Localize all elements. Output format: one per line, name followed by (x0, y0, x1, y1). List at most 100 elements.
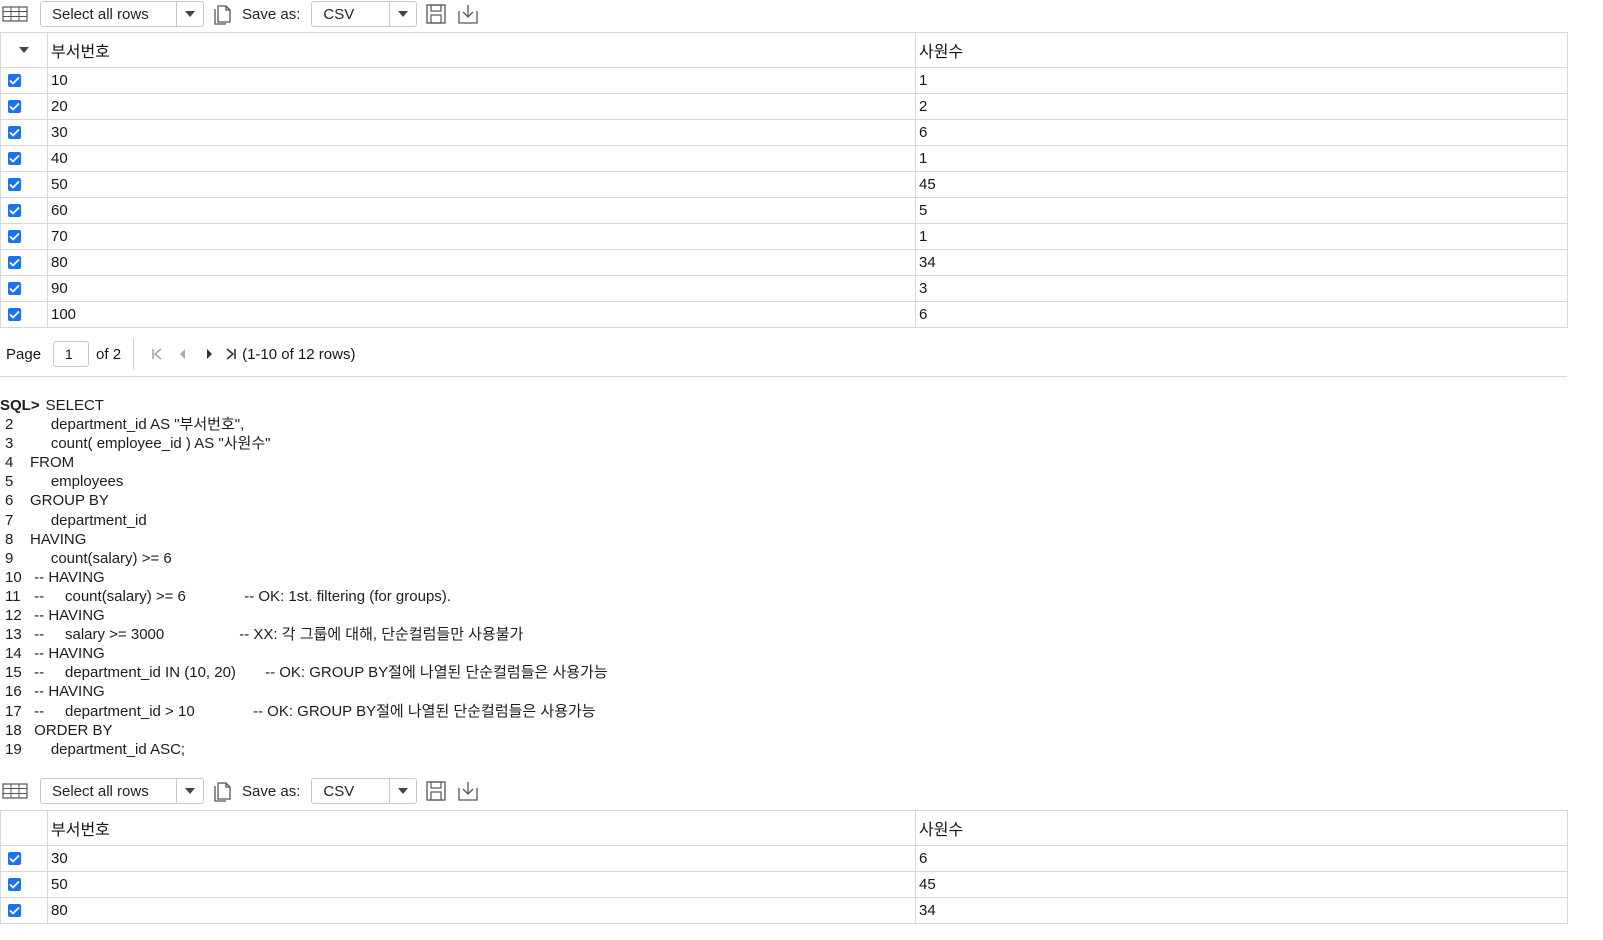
chevron-down-icon[interactable] (18, 41, 30, 59)
row-checkbox[interactable] (8, 125, 21, 139)
grid-view-icon[interactable] (2, 783, 28, 799)
select-rows-dropdown[interactable]: Select all rows (40, 1, 204, 27)
grid-view-icon[interactable] (2, 6, 28, 22)
row-checkbox-cell[interactable] (0, 67, 48, 94)
sql-line-text: -- department_id IN (10, 20) -- OK: GROU… (30, 664, 608, 682)
row-checkbox-cell[interactable] (0, 845, 48, 872)
row-checkbox[interactable] (8, 177, 21, 191)
row-checkbox[interactable] (8, 877, 21, 891)
row-checkbox[interactable] (8, 851, 21, 865)
row-checkbox[interactable] (8, 255, 21, 269)
sql-line: 16 -- HAVING (0, 682, 608, 701)
row-checkbox[interactable] (8, 903, 21, 917)
line-number: 2 (5, 416, 14, 434)
cell-emp-count: 5 (915, 197, 1568, 224)
line-number: 8 (5, 530, 14, 548)
save-icon[interactable] (423, 3, 449, 25)
cell-emp-count: 6 (915, 845, 1568, 872)
chevron-down-icon[interactable] (176, 2, 203, 26)
sql-line: 14 -- HAVING (0, 644, 608, 663)
table-row[interactable]: 50 45 (0, 871, 1568, 898)
pagination-bar: Page 1 of 2 (1-10 of 12 rows) (0, 332, 1567, 377)
line-number: 12 (5, 607, 22, 625)
sql-line-text: department_id (30, 511, 147, 529)
format-value: CSV (323, 782, 355, 800)
sql-line: 13 -- salary >= 3000 -- XX: 각 그룹에 대해, 단순… (0, 625, 608, 644)
row-checkbox-cell[interactable] (0, 119, 48, 146)
result-table-1: 부서번호 사원수 10 1 20 2 30 6 40 1 50 45 60 5 70 1 80 34 90 3 10… (0, 32, 1568, 328)
cell-emp-count: 3 (915, 275, 1568, 302)
last-page-icon[interactable] (222, 343, 240, 365)
row-checkbox[interactable] (8, 99, 21, 113)
row-checkbox-cell[interactable] (0, 897, 48, 924)
column-header-dept[interactable]: 부서번호 (47, 32, 916, 68)
chevron-down-icon[interactable] (389, 2, 416, 26)
column-header-count[interactable]: 사원수 (915, 810, 1568, 846)
table-row[interactable]: 50 45 (0, 171, 1568, 198)
row-checkbox[interactable] (8, 151, 21, 165)
row-checkbox-cell[interactable] (0, 301, 48, 328)
table-row[interactable]: 70 1 (0, 223, 1568, 250)
row-checkbox[interactable] (8, 229, 21, 243)
row-checkbox-cell[interactable] (0, 145, 48, 172)
save-icon[interactable] (423, 780, 449, 802)
row-checkbox-cell[interactable] (0, 171, 48, 198)
row-checkbox-cell[interactable] (0, 197, 48, 224)
row-checkbox[interactable] (8, 73, 21, 87)
cell-dept-id: 30 (47, 119, 916, 146)
table-row[interactable]: 10 1 (0, 67, 1568, 94)
cell-emp-count: 1 (915, 145, 1568, 172)
sql-line: SQL> SELECT (0, 396, 608, 415)
table-row[interactable]: 60 5 (0, 197, 1568, 224)
rows-info: (1-10 of 12 rows) (242, 345, 356, 363)
sql-line-text: SELECT (45, 397, 104, 414)
download-icon[interactable] (455, 3, 481, 25)
cell-emp-count: 1 (915, 67, 1568, 94)
sql-line-text: GROUP BY (30, 492, 109, 510)
row-checkbox[interactable] (8, 307, 21, 321)
line-number: 19 (5, 740, 22, 758)
table-row[interactable]: 40 1 (0, 145, 1568, 172)
select-rows-dropdown[interactable]: Select all rows (40, 778, 204, 804)
select-column-header[interactable] (0, 32, 48, 68)
next-page-icon[interactable] (196, 343, 222, 365)
row-checkbox-cell[interactable] (0, 249, 48, 276)
row-checkbox-cell[interactable] (0, 871, 48, 898)
table-row[interactable]: 100 6 (0, 301, 1568, 328)
row-checkbox-cell[interactable] (0, 275, 48, 302)
table-row[interactable]: 80 34 (0, 249, 1568, 276)
column-header-count[interactable]: 사원수 (915, 32, 1568, 68)
table-row[interactable]: 30 6 (0, 119, 1568, 146)
sql-line: 2 department_id AS "부서번호", (0, 415, 608, 434)
first-page-icon[interactable] (144, 343, 170, 365)
cell-dept-id: 60 (47, 197, 916, 224)
sql-line: 4 FROM (0, 453, 608, 472)
page-number-input[interactable]: 1 (53, 341, 90, 367)
table-row[interactable]: 80 34 (0, 897, 1568, 924)
column-header-dept[interactable]: 부서번호 (47, 810, 916, 846)
row-checkbox[interactable] (8, 203, 21, 217)
sql-line-text: -- salary >= 3000 -- XX: 각 그룹에 대해, 단순컬럼들… (30, 626, 524, 644)
table-row[interactable]: 90 3 (0, 275, 1568, 302)
row-checkbox[interactable] (8, 281, 21, 295)
chevron-down-icon[interactable] (176, 779, 203, 803)
chevron-down-icon[interactable] (389, 779, 416, 803)
row-checkbox-cell[interactable] (0, 93, 48, 120)
format-dropdown[interactable]: CSV (311, 1, 418, 27)
select-rows-label: Select all rows (52, 782, 149, 800)
cell-dept-id: 50 (47, 871, 916, 898)
line-number: 7 (5, 511, 14, 529)
table-row[interactable]: 20 2 (0, 93, 1568, 120)
copy-icon[interactable] (210, 780, 236, 802)
format-dropdown[interactable]: CSV (311, 778, 418, 804)
sql-line-text: HAVING (30, 530, 87, 548)
result-toolbar-1: Select all rows Save as: CSV (0, 0, 1570, 30)
row-checkbox-cell[interactable] (0, 223, 48, 250)
table-row[interactable]: 30 6 (0, 845, 1568, 872)
prev-page-icon[interactable] (170, 343, 196, 365)
copy-icon[interactable] (210, 3, 236, 25)
download-icon[interactable] (455, 780, 481, 802)
line-number: 17 (5, 702, 22, 720)
sql-line-text: count(salary) >= 6 (30, 549, 172, 567)
select-column-header[interactable] (0, 810, 48, 846)
